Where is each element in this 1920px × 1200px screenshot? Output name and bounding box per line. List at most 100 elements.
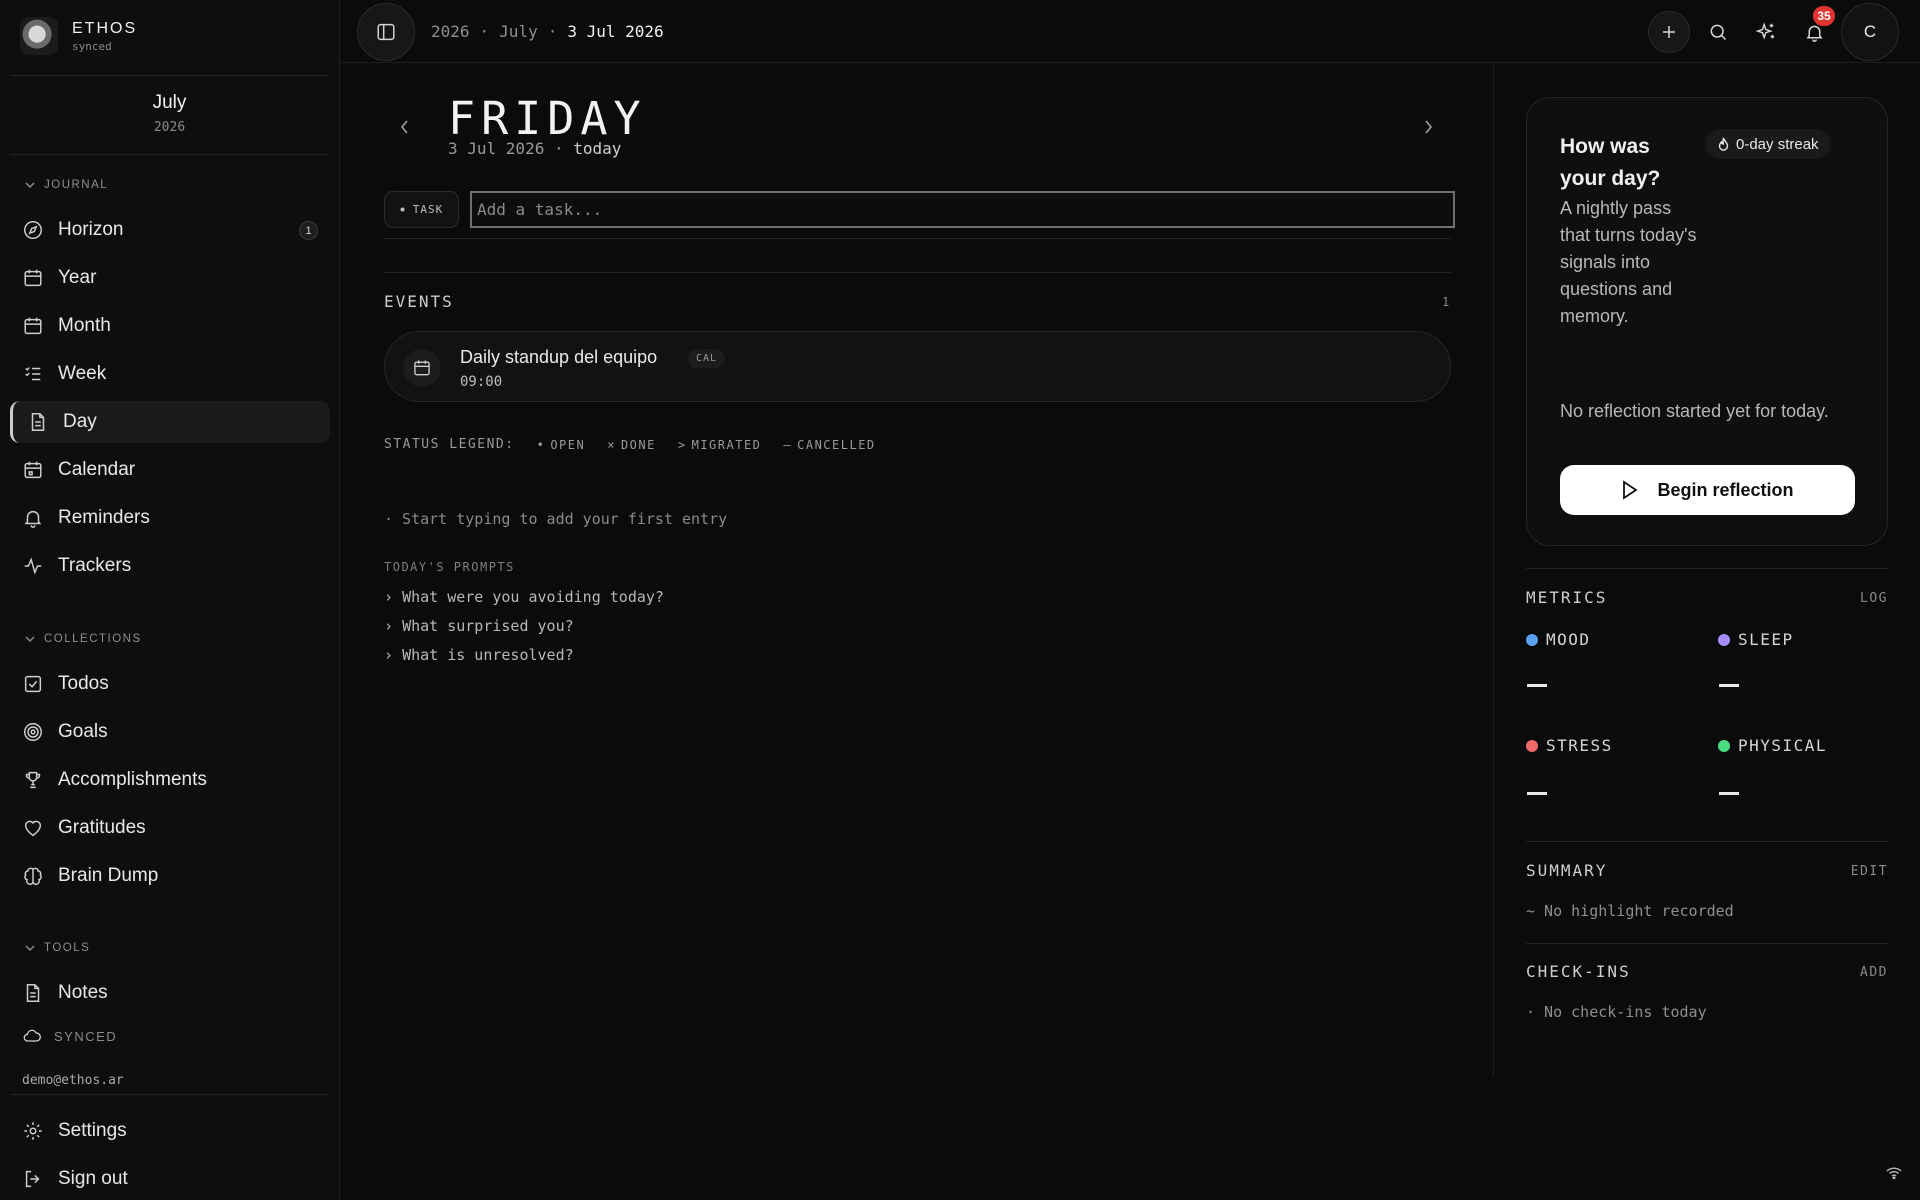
calendar-grid-icon bbox=[24, 317, 42, 335]
calendar-icon bbox=[403, 349, 441, 387]
divider bbox=[10, 75, 329, 76]
sidebar-item-trackers[interactable]: Trackers bbox=[10, 545, 330, 587]
event-source-badge: CAL bbox=[688, 349, 726, 368]
status-legend: STATUS LEGEND: • OPEN × DONE > MIGRATED — CA… bbox=[384, 437, 876, 452]
page-icon bbox=[31, 413, 45, 431]
empty-entry-hint: · Start typing to add your first entry bbox=[384, 510, 728, 528]
checkins-header: CHECK-INS bbox=[1526, 962, 1631, 981]
notifications-button[interactable]: 35 bbox=[1793, 6, 1835, 53]
reflection-title: How was your day? bbox=[1560, 135, 1661, 190]
streak-badge: 0-day streak bbox=[1705, 129, 1831, 159]
checkins-note: · No check-ins today bbox=[1526, 1003, 1707, 1021]
prompt-item[interactable]: › What were you avoiding today? bbox=[384, 588, 664, 606]
bullet-icon bbox=[400, 207, 405, 212]
sidebar-item-label: Month bbox=[58, 315, 111, 336]
checkbox-icon bbox=[24, 675, 42, 693]
event-card[interactable]: Daily standup del equipo CAL 09:00 bbox=[384, 331, 1451, 402]
metric-mood-value-empty bbox=[1527, 684, 1547, 687]
search-button[interactable] bbox=[1697, 11, 1739, 53]
wifi-icon bbox=[1886, 1167, 1902, 1179]
streak-label: 0-day streak bbox=[1736, 135, 1819, 153]
sidebar-item-month[interactable]: Month bbox=[10, 305, 330, 347]
divider bbox=[384, 272, 1451, 273]
begin-reflection-label: Begin reflection bbox=[1657, 479, 1794, 500]
metric-stress[interactable]: STRESS bbox=[1526, 736, 1613, 755]
metric-sleep[interactable]: SLEEP bbox=[1718, 630, 1794, 649]
next-day-button[interactable] bbox=[1421, 118, 1435, 136]
sparkles-icon bbox=[1755, 22, 1775, 40]
metric-label: PHYSICAL bbox=[1738, 736, 1828, 755]
section-journal[interactable]: JOURNAL bbox=[24, 179, 108, 191]
sidebar-item-label: Week bbox=[58, 363, 107, 384]
sidebar-item-label: Gratitudes bbox=[58, 817, 146, 838]
account-email: demo@ethos.ar bbox=[22, 1073, 124, 1088]
events-header: EVENTS bbox=[384, 292, 454, 311]
metric-mood[interactable]: MOOD bbox=[1526, 630, 1591, 649]
reflection-description: A nightly pass that turns today's signal… bbox=[1560, 198, 1697, 326]
month-header[interactable]: July 2026 bbox=[10, 92, 329, 135]
metric-sleep-value-empty bbox=[1719, 684, 1739, 687]
entry-type-selector[interactable]: TASK bbox=[384, 191, 459, 228]
sidebar-item-calendar[interactable]: Calendar bbox=[10, 449, 330, 491]
sign-out-button[interactable]: Sign out bbox=[10, 1158, 330, 1200]
add-button[interactable] bbox=[1648, 11, 1690, 53]
sidebar-item-label: Goals bbox=[58, 721, 108, 742]
summary-header: SUMMARY bbox=[1526, 861, 1608, 880]
divider bbox=[10, 1094, 329, 1095]
add-task-input[interactable] bbox=[470, 191, 1455, 228]
sync-label: SYNCED bbox=[54, 1028, 118, 1044]
metric-label: MOOD bbox=[1546, 630, 1591, 649]
metric-physical[interactable]: PHYSICAL bbox=[1718, 736, 1827, 755]
sidebar-item-todos[interactable]: Todos bbox=[10, 663, 330, 705]
legend-open: • OPEN bbox=[536, 437, 586, 452]
ai-assistant-button[interactable] bbox=[1745, 11, 1787, 53]
chevron-down-icon bbox=[25, 945, 35, 952]
sidebar-item-goals[interactable]: Goals bbox=[10, 711, 330, 753]
breadcrumb-year[interactable]: 2026 bbox=[431, 22, 470, 41]
sidebar-item-horizon[interactable]: Horizon 1 bbox=[10, 209, 330, 251]
sidebar-item-year[interactable]: Year bbox=[10, 257, 330, 299]
mood-color-dot bbox=[1526, 633, 1538, 646]
sidebar-item-reminders[interactable]: Reminders bbox=[10, 497, 330, 539]
events-count: 1 bbox=[1442, 295, 1450, 309]
section-collections[interactable]: COLLECTIONS bbox=[24, 633, 142, 645]
gear-icon bbox=[24, 1122, 42, 1140]
day-separator: · bbox=[553, 139, 564, 158]
search-icon bbox=[1710, 24, 1727, 41]
month-year: 2026 bbox=[153, 120, 186, 135]
prompt-item[interactable]: › What is unresolved? bbox=[384, 646, 574, 664]
section-tools-label: TOOLS bbox=[44, 942, 91, 954]
begin-reflection-button[interactable]: Begin reflection bbox=[1560, 465, 1855, 515]
day-subtitle: 3 Jul 2026 · today bbox=[448, 139, 621, 158]
brand[interactable]: ETHOS synced bbox=[20, 17, 137, 55]
ethos-logo bbox=[20, 17, 58, 55]
edit-summary-button[interactable]: EDIT bbox=[1851, 864, 1888, 879]
calendar-icon bbox=[24, 269, 42, 287]
physical-color-dot bbox=[1718, 739, 1730, 752]
log-metrics-button[interactable]: LOG bbox=[1860, 591, 1888, 606]
sidebar-item-gratitudes[interactable]: Gratitudes bbox=[10, 807, 330, 849]
section-tools[interactable]: TOOLS bbox=[24, 942, 90, 954]
sidebar-item-accomplishments[interactable]: Accomplishments bbox=[10, 759, 330, 801]
sidebar-item-notes[interactable]: Notes bbox=[10, 972, 330, 1014]
cloud-icon bbox=[23, 1029, 41, 1042]
legend-done: × DONE bbox=[607, 437, 656, 452]
avatar[interactable]: C bbox=[1841, 3, 1899, 61]
sync-status: SYNCED bbox=[22, 1026, 117, 1046]
add-checkin-button[interactable]: ADD bbox=[1860, 965, 1888, 980]
sidebar-item-brain-dump[interactable]: Brain Dump bbox=[10, 855, 330, 897]
notification-count-badge: 35 bbox=[1813, 6, 1835, 26]
sidebar-toggle-button[interactable] bbox=[357, 3, 415, 61]
breadcrumb-month[interactable]: July bbox=[499, 22, 538, 41]
prompt-item[interactable]: › What surprised you? bbox=[384, 617, 574, 635]
metric-stress-value-empty bbox=[1527, 792, 1547, 795]
day-date: 3 Jul 2026 bbox=[448, 139, 545, 158]
breadcrumb-current-day: 3 Jul 2026 bbox=[567, 22, 664, 41]
previous-day-button[interactable] bbox=[398, 118, 412, 136]
sidebar-item-day[interactable]: Day bbox=[10, 401, 330, 443]
metric-label: SLEEP bbox=[1738, 630, 1794, 649]
sidebar-item-label: Todos bbox=[58, 673, 109, 694]
divider bbox=[1526, 568, 1888, 569]
settings-button[interactable]: Settings bbox=[10, 1110, 330, 1152]
sidebar-item-week[interactable]: Week bbox=[10, 353, 330, 395]
